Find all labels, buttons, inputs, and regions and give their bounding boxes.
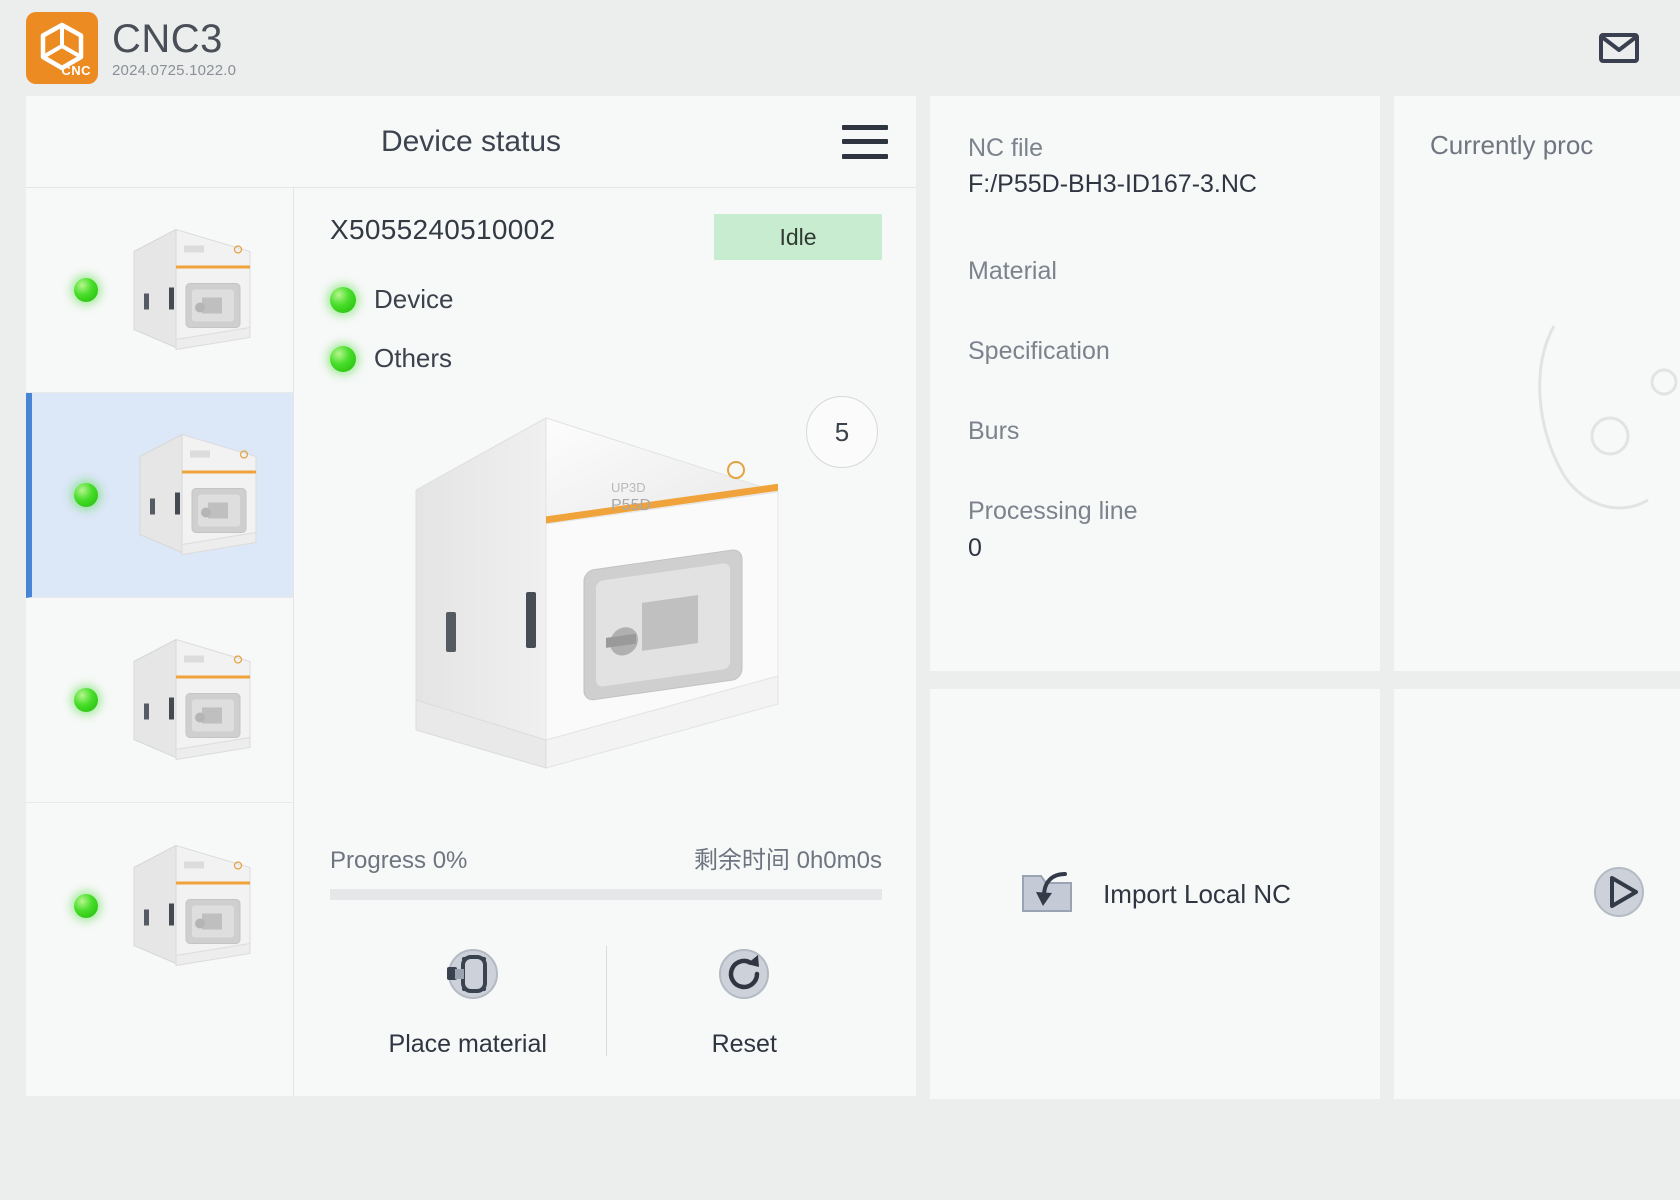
field-specification: Specification xyxy=(968,333,1342,369)
machine-list-item-1[interactable] xyxy=(26,188,293,393)
reset-icon xyxy=(713,943,775,1010)
processing-preview xyxy=(1394,161,1680,671)
play-button[interactable] xyxy=(1588,861,1650,928)
field-label: Specification xyxy=(968,336,1110,365)
app-version: 2024.0725.1022.0 xyxy=(112,61,237,79)
field-value: 0 xyxy=(968,533,982,562)
place-material-icon xyxy=(437,943,499,1010)
remaining-time-label: 剩余时间 0h0m0s xyxy=(693,847,882,874)
svg-text:UP3D: UP3D xyxy=(611,480,646,495)
import-local-nc-button[interactable]: Import Local NC xyxy=(1019,866,1291,923)
field-burs: Burs xyxy=(968,413,1342,449)
machine-preview: UP3D P55D 5 xyxy=(330,374,882,836)
import-local-nc-card: Import Local NC xyxy=(930,689,1380,1099)
field-nc-file: NC file F:/P55D-BH3-ID167-3.NC xyxy=(968,130,1342,203)
page-title: Device status xyxy=(380,124,562,158)
field-value: F:/P55D-BH3-ID167-3.NC xyxy=(968,170,1257,199)
app-header: CNC CNC3 2024.0725.1022.0 xyxy=(0,0,1680,96)
progress-row: Progress 0% 剩余时间 0h0m0s xyxy=(330,840,882,875)
svg-text:P55D: P55D xyxy=(611,497,651,514)
flag-label: Device xyxy=(374,284,454,314)
status-led-icon xyxy=(74,893,98,918)
nc-info-card: NC file F:/P55D-BH3-ID167-3.NC Material … xyxy=(930,96,1380,671)
reset-label: Reset xyxy=(711,1030,777,1058)
status-led-icon xyxy=(330,345,356,372)
workspace: Device status X5055240510002 Idle Device… xyxy=(0,96,1680,1200)
app-title: CNC3 xyxy=(112,16,223,61)
device-actions: Place material Reset xyxy=(330,906,882,1096)
machine-thumbnail xyxy=(114,632,264,769)
status-led-icon xyxy=(330,286,356,313)
machine-thumbnail xyxy=(114,837,264,974)
envelope-icon[interactable] xyxy=(1596,25,1642,71)
device-detail: X5055240510002 Idle Device Others UP3D P… xyxy=(294,188,916,1096)
field-label: NC file xyxy=(968,134,1044,162)
currently-processing-title: Currently proc xyxy=(1430,130,1594,160)
right-panels: NC file F:/P55D-BH3-ID167-3.NC Material … xyxy=(930,96,1680,1099)
progress-bar xyxy=(330,889,882,900)
field-processing-line: Processing line 0 xyxy=(968,493,1342,566)
reset-button[interactable]: Reset xyxy=(607,943,883,1059)
start-processing-card xyxy=(1394,689,1680,1099)
place-material-label: Place material xyxy=(388,1030,547,1058)
machine-thumbnail xyxy=(120,427,270,564)
machine-list-item-4[interactable] xyxy=(26,803,293,1008)
count-badge: 5 xyxy=(806,396,878,468)
device-serial-number: X5055240510002 xyxy=(330,214,556,245)
status-led-icon xyxy=(74,278,98,302)
machine-list-item-3[interactable] xyxy=(26,598,293,803)
flag-label: Others xyxy=(374,343,453,373)
field-label: Burs xyxy=(968,417,1020,445)
machine-list-item-2[interactable] xyxy=(26,393,293,598)
import-local-nc-label: Import Local NC xyxy=(1103,878,1291,909)
device-status-header: Device status xyxy=(26,96,916,188)
status-led-icon xyxy=(74,688,98,712)
place-material-button[interactable]: Place material xyxy=(330,943,606,1059)
field-material: Material xyxy=(968,253,1342,289)
machine-list xyxy=(26,188,294,1096)
status-led-icon xyxy=(74,483,98,507)
hamburger-menu-icon[interactable] xyxy=(842,124,888,159)
app-logo: CNC xyxy=(26,12,98,84)
flag-others: Others xyxy=(330,343,882,374)
status-badge: Idle xyxy=(714,214,882,260)
processing-column: Currently proc xyxy=(1394,96,1680,1099)
field-label: Processing line xyxy=(968,497,1138,526)
device-flags: Device Others xyxy=(330,284,882,374)
field-label: Material xyxy=(968,256,1057,285)
device-status-card: Device status X5055240510002 Idle Device… xyxy=(26,96,916,1096)
flag-device: Device xyxy=(330,284,882,315)
folder-import-icon xyxy=(1019,866,1075,923)
currently-processing-card: Currently proc xyxy=(1394,96,1680,671)
nc-column: NC file F:/P55D-BH3-ID167-3.NC Material … xyxy=(930,96,1380,1099)
progress-label: Progress 0% xyxy=(330,847,468,874)
brand: CNC CNC3 2024.0725.1022.0 xyxy=(26,12,236,84)
machine-thumbnail xyxy=(114,222,264,359)
logo-cnc-mark: CNC xyxy=(61,63,91,78)
